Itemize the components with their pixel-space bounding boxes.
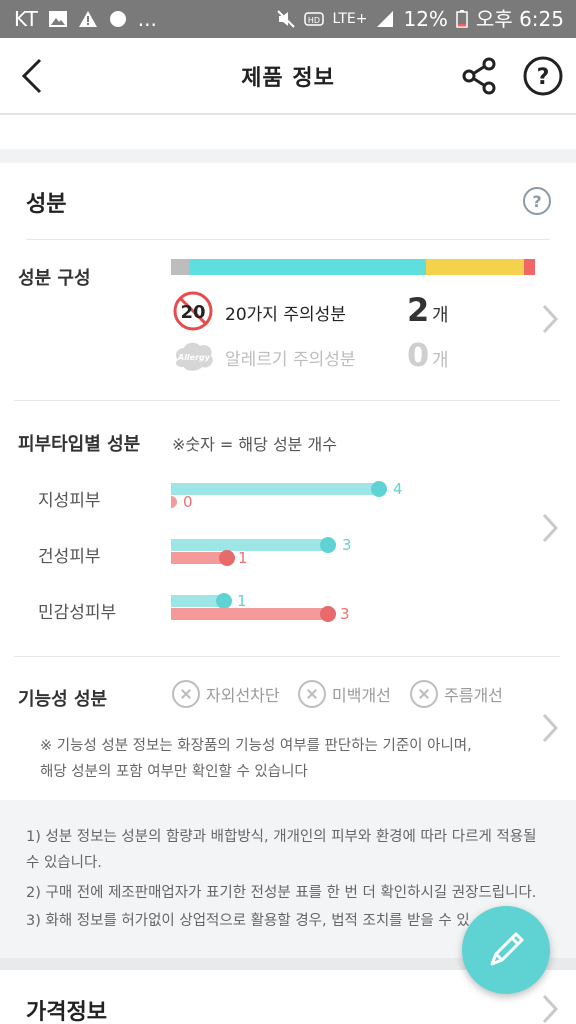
- caution20-count: 2: [407, 291, 430, 329]
- svg-text:HD: HD: [308, 16, 320, 25]
- chevron-right-icon[interactable]: [540, 511, 560, 545]
- disclaimer-2: 2) 구매 전에 제조판매업자가 표기한 전성분 표를 한 번 더 확인하시길 …: [26, 885, 537, 901]
- smile-face-icon: [320, 537, 336, 553]
- help-icon[interactable]: ?: [522, 55, 564, 97]
- warning-icon: [78, 11, 97, 27]
- smile-face-icon: [371, 481, 387, 497]
- skin-row-label: 민감성피부: [38, 603, 117, 623]
- share-icon[interactable]: [458, 55, 500, 97]
- good-count: 4: [393, 480, 403, 498]
- func-tag-whitening: 미백개선: [298, 680, 391, 708]
- bad-count: 1: [238, 549, 248, 567]
- divider: [26, 239, 550, 240]
- func-tag-wrinkle: 주름개선: [410, 680, 503, 708]
- skin-type-hint: ※숫자 = 해당 성분 개수: [172, 435, 337, 454]
- func-tag-label: 주름개선: [444, 686, 503, 705]
- chevron-right-icon[interactable]: [540, 302, 560, 336]
- func-tag-uv: 자외선차단: [172, 680, 280, 708]
- carrier-label: KT: [14, 7, 38, 31]
- chevron-right-icon[interactable]: [540, 711, 560, 745]
- ingredients-title: 성분: [26, 192, 67, 217]
- allergy-count: 0: [407, 336, 430, 374]
- pencil-icon: [490, 932, 524, 966]
- allergy-badge-text: Allergy: [177, 353, 211, 362]
- x-circle-icon: [172, 680, 200, 708]
- app-badge-icon: [109, 11, 126, 27]
- func-tag-label: 미백개선: [332, 686, 391, 705]
- image-icon: [48, 11, 67, 27]
- svg-text:?: ?: [532, 192, 541, 211]
- more-notifications: ...: [137, 7, 157, 31]
- x-circle-icon: [298, 680, 326, 708]
- divider: [14, 656, 560, 657]
- composition-segment: [524, 259, 535, 275]
- caution20-label: 20가지 주의성분: [225, 305, 346, 325]
- chevron-right-icon[interactable]: [540, 992, 560, 1024]
- app-bar: 제품 정보 ?: [0, 38, 576, 115]
- good-bar: [171, 539, 334, 551]
- clock: 오후 6:25: [475, 7, 564, 31]
- bad-bar: [171, 496, 177, 508]
- skin-row-label: 건성피부: [38, 547, 101, 567]
- bad-count: 0: [183, 493, 193, 511]
- divider: [14, 400, 560, 401]
- signal-icon: [377, 11, 394, 27]
- functional-note-line2: 해당 성분의 포함 여부만 확인할 수 있습니다: [40, 764, 308, 780]
- disclaimer-3: 3) 화해 정보를 허가없이 상업적으로 활용할 경우, 법적 조치를 받을 수…: [26, 913, 470, 929]
- info-help-icon[interactable]: ?: [522, 186, 552, 216]
- x-circle-icon: [410, 680, 438, 708]
- composition-segment: [189, 259, 426, 275]
- caution20-icon: 20: [173, 291, 213, 331]
- skin-type-title: 피부타입별 성분: [18, 434, 141, 455]
- good-count: 3: [342, 536, 352, 554]
- svg-text:?: ?: [537, 65, 550, 90]
- allergy-unit: 개: [432, 350, 449, 371]
- caution20-unit: 개: [432, 305, 449, 326]
- func-tag-label: 자외선차단: [206, 686, 280, 705]
- allergy-icon: Allergy: [176, 342, 213, 371]
- disclaimer-1b: 수 있습니다.: [26, 855, 102, 871]
- composition-segment: [171, 259, 190, 275]
- good-bar: [171, 483, 385, 495]
- allergy-label: 알레르기 주의성분: [225, 350, 356, 370]
- composition-label: 성분 구성: [18, 268, 91, 289]
- status-bar: KT ... HD LTE+ 12% 오후 6:25: [0, 0, 576, 38]
- skin-row-label: 지성피부: [38, 491, 101, 511]
- bad-count: 3: [340, 605, 350, 623]
- sad-face-icon: [219, 550, 235, 566]
- sad-face-icon: [320, 606, 336, 622]
- composition-segment: [425, 259, 525, 275]
- network-label: LTE+: [332, 11, 368, 27]
- section-gap: [0, 149, 576, 163]
- bad-bar: [171, 608, 334, 620]
- functional-note-line1: ※ 기능성 성분 정보는 화장품의 기능성 여부를 판단하는 기준이 아니며,: [40, 738, 472, 754]
- write-review-button[interactable]: [462, 906, 550, 994]
- price-title[interactable]: 가격정보: [26, 994, 107, 1024]
- smile-face-icon: [216, 593, 232, 609]
- composition-bar: [171, 259, 535, 275]
- mute-icon: [277, 10, 296, 28]
- hd-icon: HD: [304, 12, 325, 26]
- caution20-badge-text: 20: [180, 302, 205, 323]
- battery-icon: [456, 10, 468, 28]
- battery-percent: 12%: [403, 7, 448, 31]
- functional-title: 기능성 성분: [18, 689, 108, 710]
- disclaimer-1: 1) 성분 정보는 성분의 함량과 배합방식, 개개인의 피부와 환경에 따라 …: [26, 829, 537, 845]
